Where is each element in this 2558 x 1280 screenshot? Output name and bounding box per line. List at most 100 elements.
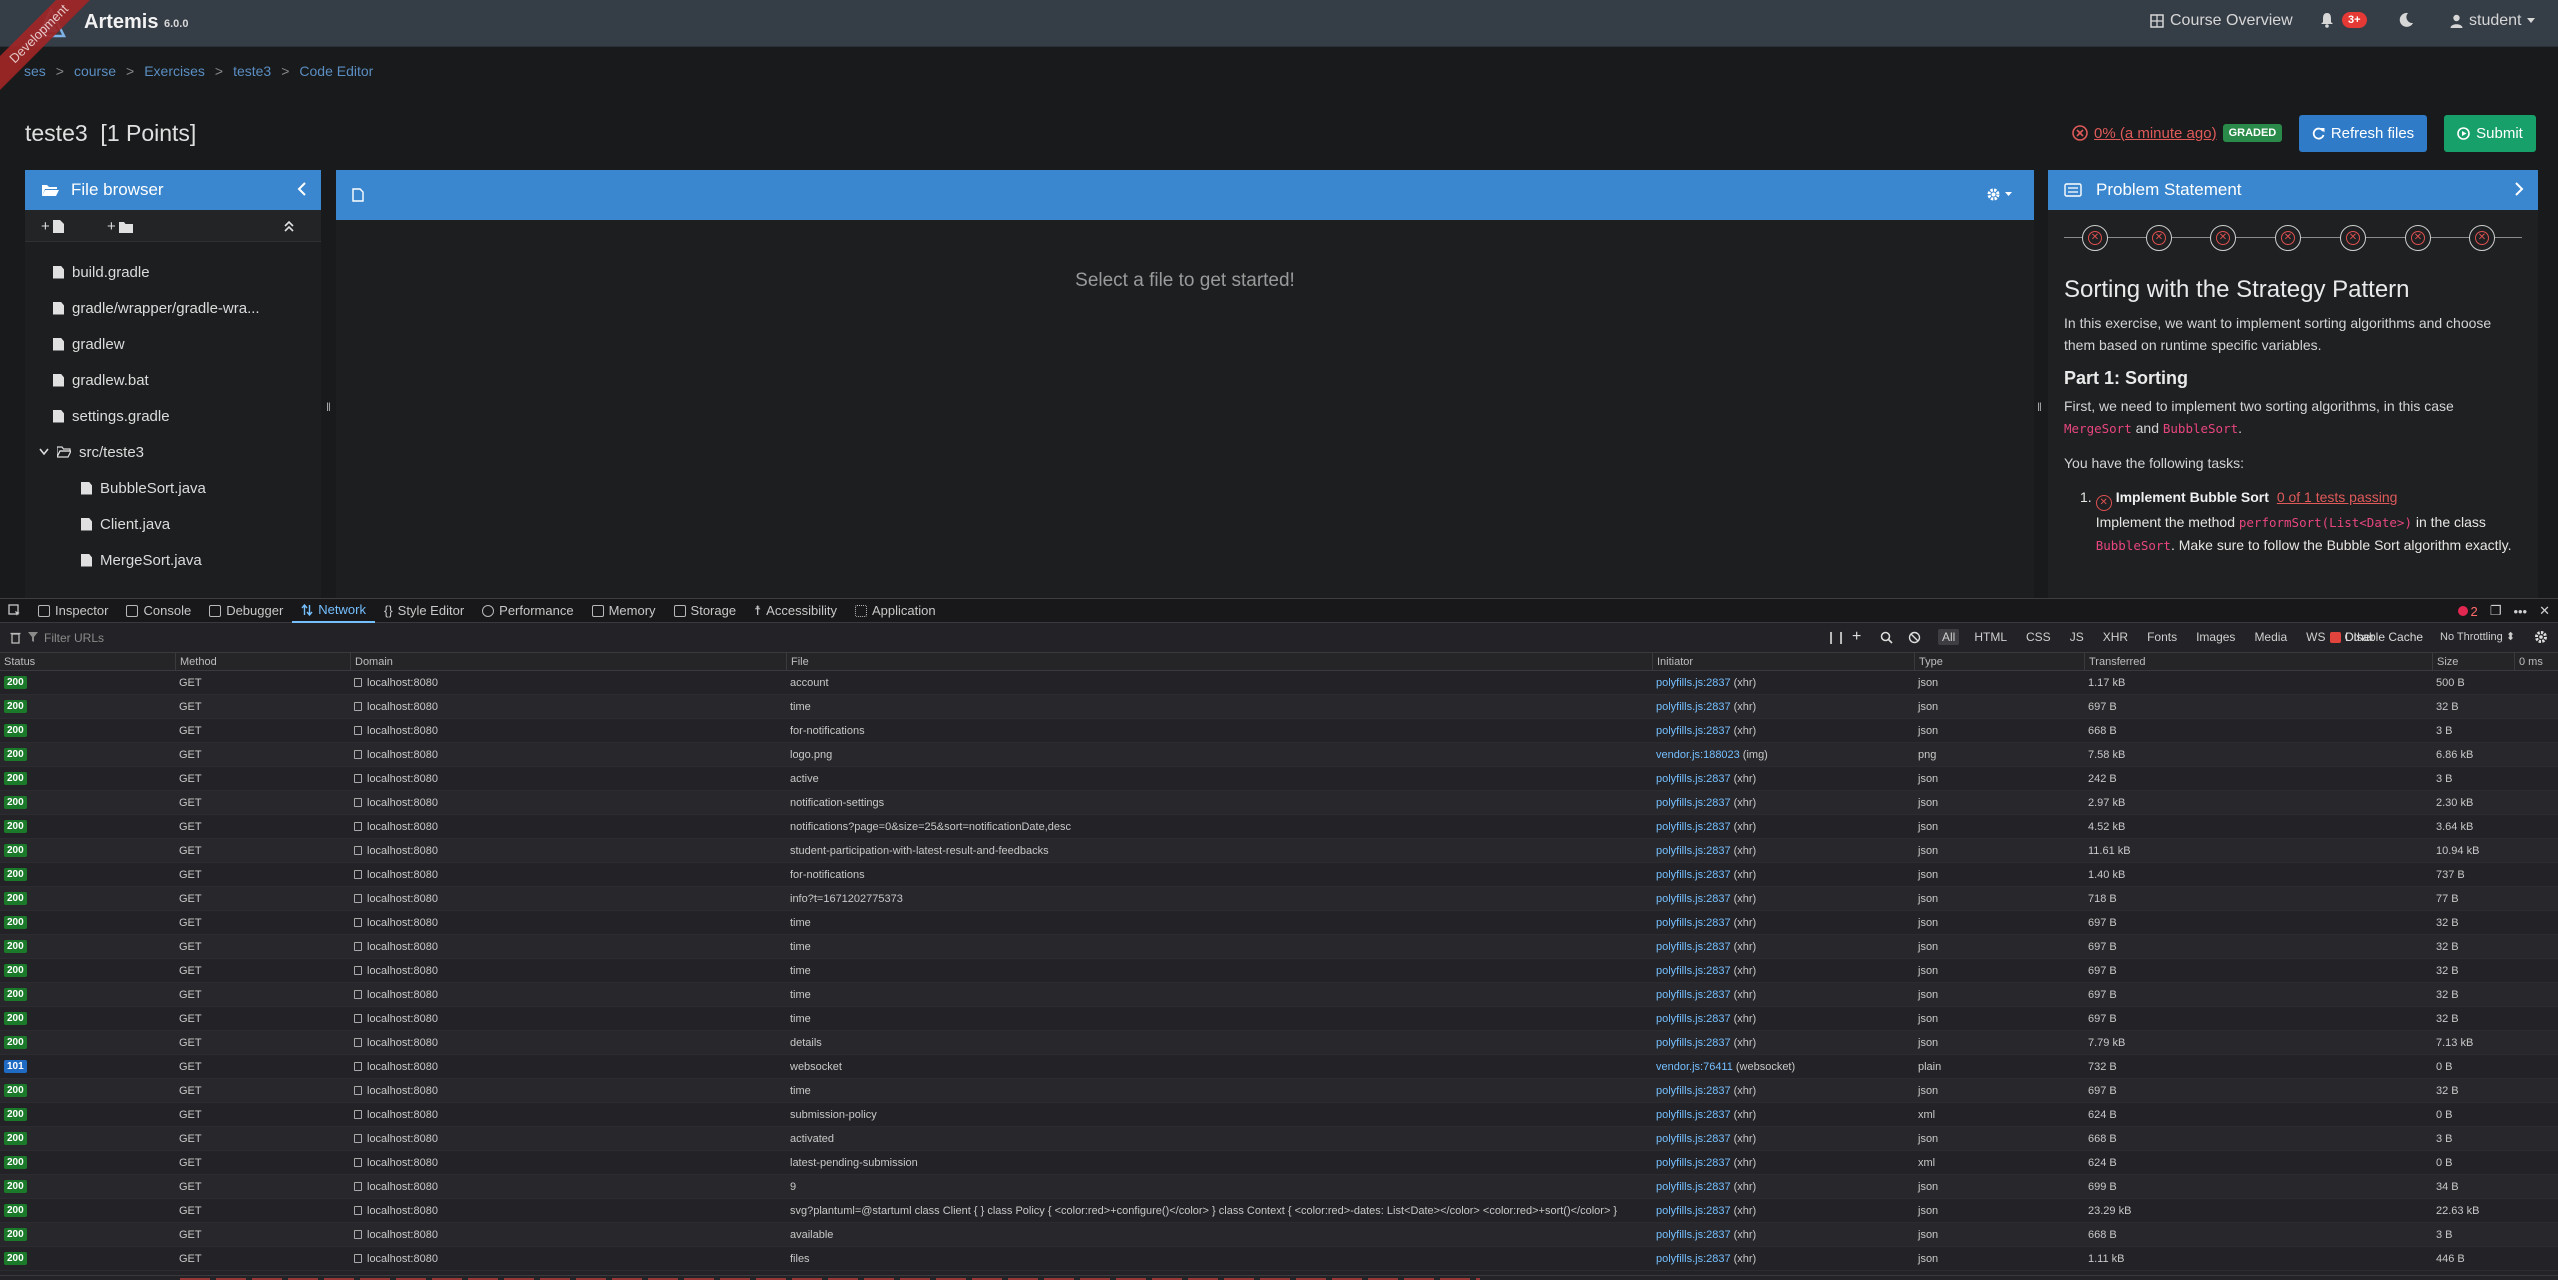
initiator-link[interactable]: vendor.js:188023 [1656,749,1740,761]
network-request-row[interactable]: 200 GET localhost:8080 logo.png vendor.js:18… [0,743,2558,767]
step-failed-icon[interactable]: ✕ [2210,225,2236,251]
type-filter-all[interactable]: All [1938,629,1960,645]
resize-handle[interactable]: ‖ [2037,400,2042,414]
notifications-button[interactable]: 3+ [2320,12,2367,28]
user-menu[interactable]: student [2450,12,2536,30]
search-icon[interactable] [1880,631,1893,644]
filter-urls-input[interactable]: Filter URLs [44,631,544,645]
initiator-link[interactable]: polyfills.js:2837 [1656,869,1731,881]
chevron-right-icon[interactable] [2514,181,2524,197]
network-request-row[interactable]: 200 GET localhost:8080 for-notifications pol… [0,719,2558,743]
column-domain[interactable]: Domain [350,653,786,670]
step-failed-icon[interactable]: ✕ [2405,225,2431,251]
column-waterfall[interactable]: 0 ms [2514,653,2558,670]
network-request-row[interactable]: 101 GET localhost:8080 websocket vendor.js:7… [0,1055,2558,1079]
network-request-row[interactable]: 200 GET localhost:8080 time polyfills.js:283… [0,935,2558,959]
tree-file[interactable]: gradlew [25,326,321,362]
tree-file[interactable]: settings.gradle [25,398,321,434]
type-filter-ws[interactable]: WS [2302,629,2329,645]
disable-cache-checkbox[interactable]: Disable Cache [2330,630,2423,644]
breadcrumb-code-editor[interactable]: Code Editor [299,63,373,79]
column-file[interactable]: File [786,653,1652,670]
tab-accessibility[interactable]: ☨ Accessibility [745,599,846,623]
initiator-link[interactable]: polyfills.js:2837 [1656,1253,1731,1265]
tree-file[interactable]: gradle/wrapper/gradle-wra... [25,290,321,326]
type-filter-fonts[interactable]: Fonts [2143,629,2181,645]
network-request-row[interactable]: 200 GET localhost:8080 time polyfills.js:283… [0,695,2558,719]
network-request-row[interactable]: 200 GET localhost:8080 activated polyfills.j… [0,1127,2558,1151]
network-request-row[interactable]: 200 GET localhost:8080 info?t=1671202775373… [0,887,2558,911]
tab-debugger[interactable]: Debugger [200,599,292,623]
more-options-icon[interactable]: ••• [2513,604,2527,619]
network-request-row[interactable]: 200 GET localhost:8080 time polyfills.js:283… [0,1079,2558,1103]
initiator-link[interactable]: polyfills.js:2837 [1656,1037,1731,1049]
course-overview-link[interactable]: Course Overview [2150,12,2293,30]
type-filter-css[interactable]: CSS [2022,629,2055,645]
tree-file[interactable]: build.gradle [25,254,321,290]
network-request-row[interactable]: 200 GET localhost:8080 for-notifications pol… [0,863,2558,887]
column-status[interactable]: Status [0,653,175,670]
tab-console[interactable]: Console [117,599,200,623]
initiator-link[interactable]: polyfills.js:2837 [1656,677,1731,689]
type-filter-media[interactable]: Media [2250,629,2291,645]
initiator-link[interactable]: polyfills.js:2837 [1656,725,1731,737]
tree-file[interactable]: BubbleSort.java [25,470,321,506]
network-request-row[interactable]: 200 GET localhost:8080 files polyfills.js:28… [0,1247,2558,1271]
initiator-link[interactable]: polyfills.js:2837 [1656,965,1731,977]
network-request-row[interactable]: 200 GET localhost:8080 active polyfills.js:2… [0,767,2558,791]
column-type[interactable]: Type [1914,653,2084,670]
column-size[interactable]: Size [2432,653,2514,670]
network-request-row-partial[interactable] [0,1275,2558,1280]
network-request-row[interactable]: 200 GET localhost:8080 notification-setting… [0,791,2558,815]
block-icon[interactable] [1908,631,1921,644]
network-request-row[interactable]: 200 GET localhost:8080 student-participatio… [0,839,2558,863]
step-failed-icon[interactable]: ✕ [2275,225,2301,251]
step-failed-icon[interactable]: ✕ [2146,225,2172,251]
initiator-link[interactable]: polyfills.js:2837 [1656,1085,1731,1097]
breadcrumb-exercise[interactable]: teste3 [233,63,271,79]
initiator-link[interactable]: polyfills.js:2837 [1656,1013,1731,1025]
network-request-row[interactable]: 200 GET localhost:8080 submission-policy pol… [0,1103,2558,1127]
initiator-link[interactable]: polyfills.js:2837 [1656,893,1731,905]
initiator-link[interactable]: polyfills.js:2837 [1656,821,1731,833]
column-method[interactable]: Method [175,653,350,670]
tree-file[interactable]: gradlew.bat [25,362,321,398]
network-request-row[interactable]: 200 GET localhost:8080 time polyfills.js:283… [0,1007,2558,1031]
initiator-link[interactable]: polyfills.js:2837 [1656,917,1731,929]
network-request-row[interactable]: 200 GET localhost:8080 details polyfills.js:… [0,1031,2558,1055]
initiator-link[interactable]: polyfills.js:2837 [1656,845,1731,857]
initiator-link[interactable]: polyfills.js:2837 [1656,989,1731,1001]
tab-network[interactable]: Network [292,599,375,623]
network-request-row[interactable]: 200 GET localhost:8080 time polyfills.js:283… [0,983,2558,1007]
initiator-link[interactable]: polyfills.js:2837 [1656,773,1731,785]
breadcrumb-course[interactable]: course [74,63,116,79]
tab-memory[interactable]: Memory [583,599,665,623]
add-folder-button[interactable]: + [107,218,133,235]
chevron-left-icon[interactable] [297,181,307,197]
result-link[interactable]: 0% (a minute ago) [2094,125,2217,142]
network-request-row[interactable]: 200 GET localhost:8080 svg?plantuml=@startu… [0,1199,2558,1223]
tab-storage[interactable]: Storage [665,599,746,623]
column-transferred[interactable]: Transferred [2084,653,2432,670]
resize-handle[interactable]: ‖ [326,400,331,414]
network-request-row[interactable]: 200 GET localhost:8080 time polyfills.js:283… [0,911,2558,935]
step-failed-icon[interactable]: ✕ [2469,225,2495,251]
editor-settings-button[interactable] [1986,187,2012,202]
initiator-link[interactable]: polyfills.js:2837 [1656,701,1731,713]
network-request-row[interactable]: 200 GET localhost:8080 latest-pending-submi… [0,1151,2558,1175]
pause-icon[interactable]: ❙❙ [1826,630,1846,644]
theme-toggle[interactable] [2398,12,2414,28]
step-failed-icon[interactable]: ✕ [2340,225,2366,251]
tab-application[interactable]: Application [846,599,945,623]
network-request-row[interactable]: 200 GET localhost:8080 account polyfills.js:… [0,671,2558,695]
error-count[interactable]: 2 [2457,604,2478,619]
task-tests-link[interactable]: 0 of 1 tests passing [2277,489,2398,505]
throttling-select[interactable]: No Throttling ⬍ [2440,630,2515,643]
tab-inspector[interactable]: Inspector [29,599,117,623]
brand-name[interactable]: Artemis [84,11,158,34]
network-request-row[interactable]: 200 GET localhost:8080 notifications?page=0… [0,815,2558,839]
close-icon[interactable]: ✕ [2539,603,2550,619]
type-filter-html[interactable]: HTML [1970,629,2011,645]
tab-performance[interactable]: Performance [473,599,582,623]
dock-icon[interactable]: ❐ [2490,603,2502,619]
